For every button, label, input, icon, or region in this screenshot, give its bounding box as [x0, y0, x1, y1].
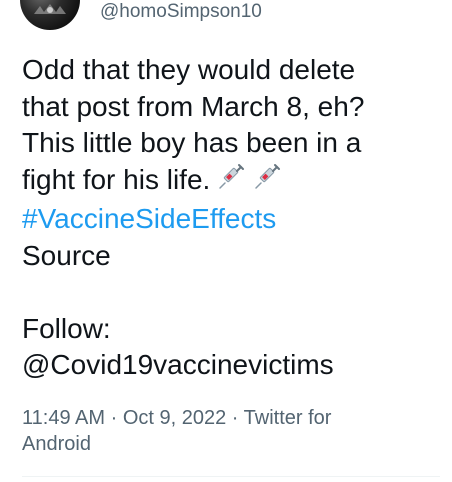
tweet-line: fight for his life. — [22, 163, 211, 195]
hashtag-link[interactable]: #VaccineSideEffects — [22, 201, 442, 238]
tweet-time[interactable]: 11:49 AM — [22, 407, 105, 429]
source-link[interactable]: Source — [22, 238, 442, 275]
tweet-date[interactable]: Oct 9, 2022 — [123, 407, 226, 429]
meta-separator: · — [226, 407, 244, 429]
tweet-client-continued[interactable]: Android — [22, 433, 91, 455]
meta-separator: · — [105, 407, 123, 429]
tweet-line: This little boy has been in a — [22, 127, 362, 158]
tweet-line: Odd that they would delete — [22, 54, 356, 85]
tweet-line-with-emoji: fight for his life. — [22, 162, 442, 202]
tweet-line: that post from March 8, eh? — [22, 90, 365, 122]
mention-text[interactable]: @Covid19vaccinevictims — [22, 347, 442, 384]
tweet-meta: 11:49 AM · Oct 9, 2022 · Twitter for And… — [22, 405, 432, 457]
profile-avatar[interactable] — [20, 0, 80, 30]
tweet-client[interactable]: Twitter for — [244, 407, 332, 429]
divider — [22, 476, 440, 477]
syringe-icon — [216, 162, 246, 202]
author-handle[interactable]: @homoSimpson10 — [100, 0, 262, 24]
syringe-icon — [252, 162, 282, 202]
tweet-text: Odd that they would delete that post fro… — [22, 52, 442, 384]
profile-avatar-icon — [34, 4, 66, 14]
follow-label: Follow: — [22, 312, 111, 344]
